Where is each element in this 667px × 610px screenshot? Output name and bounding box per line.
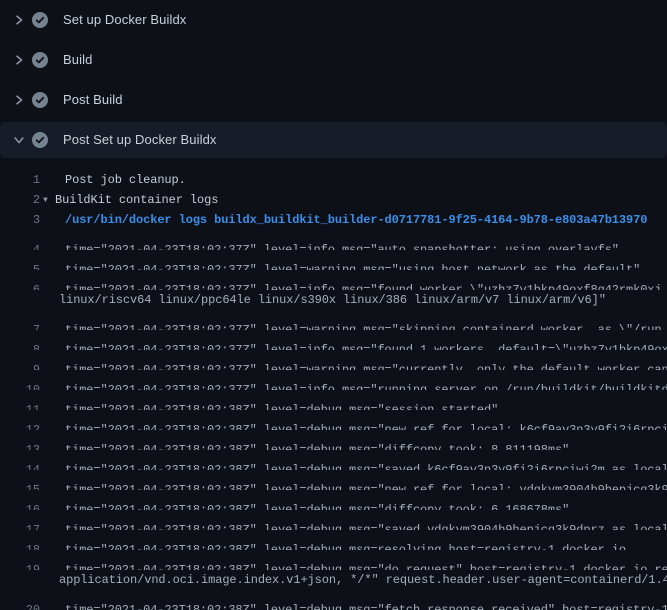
log-line: 18 time="2021-04-23T18:02:38Z" level=debu… <box>0 530 667 550</box>
check-circle-icon <box>32 52 48 68</box>
log-text: time="2021-04-23T18:02:38Z" level=debug … <box>65 520 667 530</box>
chevron-right-icon <box>13 54 25 66</box>
log-line-continuation: linux/riscv64 linux/ppc64le linux/s390x … <box>0 290 667 310</box>
log-text: time="2021-04-23T18:02:38Z" level=debug … <box>65 600 667 610</box>
log-line: 8 time="2021-04-23T18:02:37Z" level=info … <box>0 330 667 350</box>
log-line: 16 time="2021-04-23T18:02:38Z" level=debu… <box>0 490 667 510</box>
line-number[interactable]: 3 <box>0 210 40 230</box>
chevron-down-icon <box>13 134 25 146</box>
line-number[interactable]: 12 <box>0 420 40 430</box>
log-text: time="2021-04-23T18:02:37Z" level=info m… <box>65 240 619 250</box>
log-text: Post job cleanup. <box>65 170 186 190</box>
log-text: application/vnd.oci.image.index.v1+json,… <box>59 570 667 590</box>
log-line: 13 time="2021-04-23T18:02:38Z" level=debu… <box>0 430 667 450</box>
check-circle-icon <box>32 132 48 148</box>
chevron-right-icon <box>13 14 25 26</box>
log-line: 20 time="2021-04-23T18:02:38Z" level=debu… <box>0 590 667 610</box>
collapse-triangle-icon: ▼ <box>43 191 55 210</box>
line-number[interactable]: 19 <box>0 560 40 570</box>
workflow-steps-list: Set up Docker Buildx Build Post Build Post … <box>0 0 667 158</box>
line-number[interactable]: 17 <box>0 520 40 530</box>
log-text: time="2021-04-23T18:02:37Z" level=info m… <box>65 380 667 390</box>
log-text: time="2021-04-23T18:02:38Z" level=debug … <box>65 480 667 490</box>
line-number[interactable]: 1 <box>0 170 40 190</box>
log-line: 7 time="2021-04-23T18:02:37Z" level=warni… <box>0 310 667 330</box>
log-text: time="2021-04-23T18:02:38Z" level=debug … <box>65 420 667 430</box>
log-line: 14 time="2021-04-23T18:02:38Z" level=debu… <box>0 450 667 470</box>
line-number[interactable]: 14 <box>0 460 40 470</box>
log-text: linux/riscv64 linux/ppc64le linux/s390x … <box>59 290 606 310</box>
check-circle-icon <box>32 12 48 28</box>
step-label: Build <box>63 52 92 68</box>
line-number[interactable]: 9 <box>0 360 40 370</box>
line-number[interactable]: 16 <box>0 500 40 510</box>
line-number[interactable]: 5 <box>0 260 40 270</box>
log-text: time="2021-04-23T18:02:37Z" level=warnin… <box>65 320 662 330</box>
step-row-build[interactable]: Build <box>0 40 667 80</box>
line-number[interactable]: 11 <box>0 400 40 410</box>
line-number[interactable]: 15 <box>0 480 40 490</box>
line-number <box>0 290 40 310</box>
log-line-continuation: application/vnd.oci.image.index.v1+json,… <box>0 570 667 590</box>
log-line: 4 time="2021-04-23T18:02:37Z" level=info … <box>0 230 667 250</box>
line-number[interactable]: 6 <box>0 280 40 290</box>
log-text: time="2021-04-23T18:02:38Z" level=debug … <box>65 460 667 470</box>
log-viewer: 1Post job cleanup.2▼BuildKit container l… <box>0 160 667 610</box>
step-row-set-up-docker-buildx[interactable]: Set up Docker Buildx <box>0 0 667 40</box>
log-text: time="2021-04-23T18:02:38Z" level=debug … <box>65 400 498 410</box>
step-label: Post Build <box>63 92 123 108</box>
log-line: 6 time="2021-04-23T18:02:37Z" level=info … <box>0 270 667 290</box>
line-number[interactable]: 20 <box>0 600 40 610</box>
log-line: 11 time="2021-04-23T18:02:38Z" level=debu… <box>0 390 667 410</box>
line-number[interactable]: 2 <box>0 190 40 210</box>
log-line: 2▼BuildKit container logs <box>0 190 667 210</box>
step-label: Post Set up Docker Buildx <box>63 132 217 148</box>
log-line: 10 time="2021-04-23T18:02:37Z" level=info… <box>0 370 667 390</box>
check-circle-icon <box>32 92 48 108</box>
step-row-post-set-up-docker-buildx[interactable]: Post Set up Docker Buildx <box>0 122 667 158</box>
log-text: time="2021-04-23T18:02:37Z" level=info m… <box>65 280 662 290</box>
log-line: 12 time="2021-04-23T18:02:38Z" level=debu… <box>0 410 667 430</box>
log-line: 1 Post job cleanup. <box>0 170 667 190</box>
log-text: time="2021-04-23T18:02:38Z" level=debug … <box>65 540 626 550</box>
step-row-post-build[interactable]: Post Build <box>0 80 667 120</box>
log-command-text: /usr/bin/docker logs buildx_buildkit_bui… <box>65 210 647 230</box>
log-line: 9 time="2021-04-23T18:02:37Z" level=warni… <box>0 350 667 370</box>
line-number[interactable]: 13 <box>0 440 40 450</box>
log-text: time="2021-04-23T18:02:38Z" level=debug … <box>65 440 569 450</box>
log-text: time="2021-04-23T18:02:38Z" level=debug … <box>65 500 569 510</box>
step-label: Set up Docker Buildx <box>63 12 186 28</box>
line-number[interactable]: 8 <box>0 340 40 350</box>
log-line: 19 time="2021-04-23T18:02:38Z" level=debu… <box>0 550 667 570</box>
chevron-right-icon <box>13 94 25 106</box>
log-group-toggle[interactable]: ▼BuildKit container logs <box>43 190 218 210</box>
log-text: time="2021-04-23T18:02:38Z" level=debug … <box>65 560 667 570</box>
log-group-label: BuildKit container logs <box>55 193 218 207</box>
line-number <box>0 570 40 590</box>
log-line: 5 time="2021-04-23T18:02:37Z" level=warni… <box>0 250 667 270</box>
log-text: time="2021-04-23T18:02:37Z" level=info m… <box>65 340 667 350</box>
log-text: time="2021-04-23T18:02:37Z" level=warnin… <box>65 260 640 270</box>
log-line: 17 time="2021-04-23T18:02:38Z" level=debu… <box>0 510 667 530</box>
log-text: time="2021-04-23T18:02:37Z" level=warnin… <box>65 360 667 370</box>
log-line: 15 time="2021-04-23T18:02:38Z" level=debu… <box>0 470 667 490</box>
log-line: 3/usr/bin/docker logs buildx_buildkit_bu… <box>0 210 667 230</box>
line-number[interactable]: 4 <box>0 240 40 250</box>
line-number[interactable]: 7 <box>0 320 40 330</box>
line-number[interactable]: 18 <box>0 540 40 550</box>
line-number[interactable]: 10 <box>0 380 40 390</box>
